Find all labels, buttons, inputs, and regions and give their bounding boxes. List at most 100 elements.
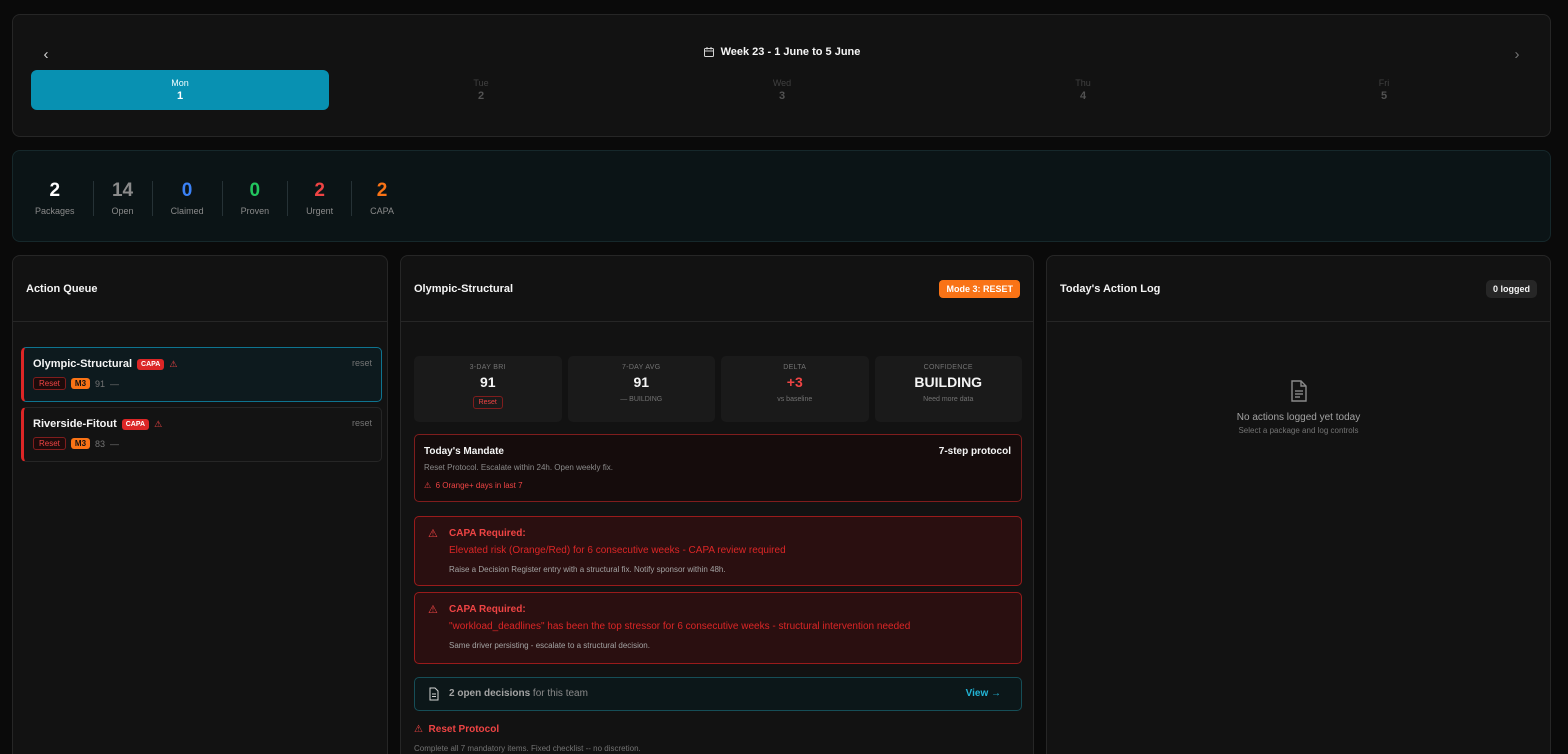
metric-label: DELTA <box>783 364 807 371</box>
queue-item-title: Riverside-Fitout CAPA ⚠ <box>33 418 162 430</box>
warning-icon: ⚠ <box>428 528 438 540</box>
day-number: 2 <box>477 90 485 102</box>
day-number: 5 <box>1380 90 1388 102</box>
warning-icon: ⚠ <box>414 724 423 735</box>
day-tab-mon[interactable]: Mon 1 <box>31 70 329 110</box>
action-log-header: Today's Action Log 0 logged <box>1047 256 1550 322</box>
metric-label: 3-DAY BRI <box>469 364 506 371</box>
open-decisions-suffix: for this team <box>530 688 588 699</box>
capa-badge: CAPA <box>137 358 165 370</box>
calendar-icon <box>703 47 714 57</box>
capa-badge: CAPA <box>121 418 150 430</box>
package-detail-panel: Olympic-Structural Mode 3: RESET 3-DAY B… <box>400 255 1034 754</box>
stat-urgent: 2 Urgent <box>288 181 353 216</box>
warning-icon: ⚠ <box>424 481 432 490</box>
day-tab-wed[interactable]: Wed 3 <box>633 70 931 110</box>
metric-value: BUILDING <box>914 374 983 390</box>
document-icon <box>1290 380 1307 402</box>
action-log-panel: Today's Action Log 0 logged No actions l… <box>1046 255 1551 754</box>
queue-item[interactable]: Riverside-Fitout CAPA ⚠ reset Reset M3 83 — <box>21 407 382 462</box>
week-title-text: Week 23 - 1 June to 5 June <box>720 46 861 58</box>
reset-protocol-title-text: Reset Protocol <box>428 724 500 735</box>
reset-protocol-sub: Complete all 7 mandatory items. Fixed ch… <box>414 744 641 753</box>
todays-mandate: Today's Mandate 7-step protocol Reset Pr… <box>414 434 1022 502</box>
mandate-title: Today's Mandate <box>424 446 504 457</box>
day-tabs: Mon 1 Tue 2 Wed 3 Thu 4 Fri 5 <box>31 70 1533 110</box>
logged-count-badge: 0 logged <box>1485 279 1537 298</box>
metrics-row: 3-DAY BRI 91 Reset 7-DAY AVG 91 — BUILDI… <box>414 356 1022 422</box>
stat-label: Packages <box>35 206 75 216</box>
queue-item-name: Olympic-Structural <box>33 358 133 370</box>
queue-item-dash: — <box>110 438 120 449</box>
action-queue-header: Action Queue <box>13 256 387 322</box>
metric-value: +3 <box>786 374 803 390</box>
detail-title: Olympic-Structural <box>414 282 514 295</box>
metric-value: 91 <box>633 374 650 390</box>
view-decisions-link[interactable]: View → <box>966 688 1001 699</box>
stat-label: Open <box>111 206 134 216</box>
capa-sub: Same driver persisting - escalate to a s… <box>449 641 650 650</box>
action-log-title: Today's Action Log <box>1060 282 1161 295</box>
day-tab-tue[interactable]: Tue 2 <box>332 70 630 110</box>
open-decisions-bar[interactable]: 2 open decisions for this team View → <box>414 677 1022 711</box>
day-tab-fri[interactable]: Fri 5 <box>1235 70 1533 110</box>
status-tag: Reset <box>33 377 66 390</box>
metric-tag: Reset <box>472 396 503 409</box>
action-queue-panel: Action Queue Olympic-Structural CAPA ⚠ rese… <box>12 255 388 754</box>
mode-tag: M3 <box>70 378 91 389</box>
open-decisions-count: 2 open decisions <box>449 688 531 699</box>
queue-item-meta: Reset M3 91 — <box>33 377 119 390</box>
stats-row: 2 Packages 14 Open 0 Claimed 0 Proven 2 Urgent 2 CA… <box>31 181 412 216</box>
metric-label: 7-DAY AVG <box>622 364 661 371</box>
stat-value: 2 <box>49 180 61 201</box>
mandate-warning-text: 6 Orange+ days in last 7 <box>435 481 523 490</box>
day-name: Tue <box>473 78 489 88</box>
status-tag: Reset <box>33 437 66 450</box>
day-tab-thu[interactable]: Thu 4 <box>934 70 1232 110</box>
queue-item-dash: — <box>110 378 120 389</box>
mandate-desc: Reset Protocol. Escalate within 24h. Ope… <box>424 463 613 472</box>
capa-title: CAPA Required: <box>449 528 526 539</box>
mode-tag: M3 <box>70 438 91 449</box>
day-number: 4 <box>1079 90 1087 102</box>
detail-header: Olympic-Structural Mode 3: RESET <box>401 256 1033 322</box>
warning-icon: ⚠ <box>154 418 163 429</box>
stat-label: Urgent <box>306 206 334 216</box>
stat-value: 0 <box>249 180 261 201</box>
stats-bar: 2 Packages 14 Open 0 Claimed 0 Proven 2 Urgent 2 CA… <box>12 150 1551 242</box>
day-number: 3 <box>778 90 786 102</box>
document-icon <box>429 687 439 701</box>
day-name: Wed <box>772 78 792 88</box>
queue-item[interactable]: Olympic-Structural CAPA ⚠ reset Reset M3 91 — <box>21 347 382 402</box>
stat-label: CAPA <box>370 206 394 216</box>
stat-label: Claimed <box>170 206 204 216</box>
queue-item-meta: Reset M3 83 — <box>33 437 119 450</box>
queue-item-title: Olympic-Structural CAPA ⚠ <box>33 358 177 370</box>
warning-icon: ⚠ <box>169 358 178 369</box>
metric-confidence: CONFIDENCE BUILDING Need more data <box>874 356 1022 422</box>
metric-label: CONFIDENCE <box>923 364 973 371</box>
mode-badge: Mode 3: RESET <box>939 279 1020 298</box>
action-queue-title: Action Queue <box>26 282 98 295</box>
metric-sub: — BUILDING <box>620 396 663 403</box>
empty-title: No actions logged yet today <box>1236 412 1361 423</box>
metric-delta: DELTA +3 vs baseline <box>721 356 869 422</box>
stat-open: 14 Open <box>94 181 153 216</box>
capa-alert: ⚠ CAPA Required: Elevated risk (Orange/R… <box>414 516 1022 586</box>
capa-title: CAPA Required: <box>449 604 526 615</box>
metric-avg: 7-DAY AVG 91 — BUILDING <box>567 356 715 422</box>
day-name: Thu <box>1075 78 1091 88</box>
stat-value: 0 <box>181 180 193 201</box>
metric-value: 91 <box>479 374 496 390</box>
chevron-right-icon[interactable]: › <box>1508 45 1526 63</box>
week-title: Week 23 - 1 June to 5 June <box>13 46 1550 58</box>
open-decisions-text: 2 open decisions for this team <box>449 688 588 699</box>
week-navigator: ‹ Week 23 - 1 June to 5 June › Mon 1 Tue 2 W… <box>12 14 1551 137</box>
day-number: 1 <box>176 90 184 102</box>
metric-sub: Need more data <box>923 396 974 403</box>
stat-packages: 2 Packages <box>31 181 94 216</box>
day-name: Mon <box>171 78 189 88</box>
warning-icon: ⚠ <box>428 604 438 616</box>
stat-claimed: 0 Claimed <box>153 181 223 216</box>
stat-label: Proven <box>240 206 270 216</box>
